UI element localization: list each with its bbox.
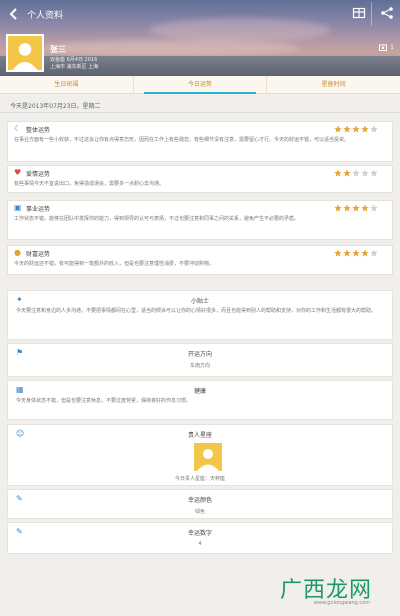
coin-icon: ● bbox=[14, 248, 21, 257]
card-text: 工作状态不错，能够在团队中发挥你的能力，得到领导的认可与表扬，不过也要注意和同事… bbox=[14, 216, 300, 222]
star-ribbon-icon: ✦ bbox=[16, 295, 23, 304]
section-text: 今天身体状态不错，但是也要注意休息，不要过度劳累，保持良好的作息习惯。 bbox=[16, 398, 192, 404]
star-empty-icon bbox=[361, 169, 369, 177]
tab-zodiac-time[interactable]: 星座时间 bbox=[267, 76, 400, 93]
grid-icon[interactable] bbox=[352, 6, 366, 20]
page-title: 个人资料 bbox=[27, 10, 64, 21]
star-filled-icon bbox=[352, 204, 360, 212]
section-title: 健康 bbox=[193, 388, 206, 395]
photo-count[interactable]: 1 bbox=[379, 44, 394, 51]
section-title: 幸运颜色 bbox=[187, 497, 212, 504]
star-empty-icon bbox=[370, 169, 378, 177]
rating-stars bbox=[334, 169, 378, 177]
star-filled-icon bbox=[334, 125, 342, 133]
profile-header: 个人资料 张三 双鱼座 6月4日 2016 上海市 浦东新区 上海 1 bbox=[0, 0, 400, 76]
card-label: 事业运势 bbox=[26, 205, 51, 213]
card-overall-fortune: ☾ 整体运势 在事业方面有一些小收获，不过这会让你有点得意忘形，因而在工作上有些… bbox=[7, 121, 393, 162]
card-wealth-fortune: ● 财富运势 今天的财运还不错，有可能得到一笔额外的收入，但是也要注意理性消费，… bbox=[7, 245, 393, 275]
pen-icon: ✎ bbox=[16, 494, 23, 503]
star-filled-icon bbox=[361, 204, 369, 212]
section-lucky-color: ✎ 幸运颜色 绿色 bbox=[7, 489, 393, 519]
photo-icon bbox=[379, 44, 388, 51]
section-text: 今天要注意和身边的人多沟通，不要把事情都闷在心里，适当的倾诉可以让你的心情好很多… bbox=[16, 308, 377, 314]
tab-birthday[interactable]: 生日祝福 bbox=[0, 76, 134, 93]
section-lucky-number: ✎ 幸运数字 4 bbox=[7, 522, 393, 554]
section-title: 小贴士 bbox=[190, 298, 209, 305]
star-filled-icon bbox=[343, 169, 351, 177]
cloud-decoration bbox=[40, 40, 300, 56]
card-love-fortune: ♥ 爱情运势 有些事情今天不宜说出口，免得造成误会，需要多一点耐心去沟通。 bbox=[7, 165, 393, 193]
rating-stars bbox=[334, 204, 378, 212]
section-title: 贵人星座 bbox=[187, 432, 212, 439]
star-empty-icon bbox=[370, 125, 378, 133]
tab-bar: 生日祝福 今日运势 星座时间 bbox=[0, 76, 400, 94]
card-label: 财富运势 bbox=[26, 250, 51, 258]
pen-icon: ✎ bbox=[16, 527, 23, 536]
section-value: 4 bbox=[198, 541, 202, 547]
star-empty-icon bbox=[370, 249, 378, 257]
back-arrow-icon[interactable] bbox=[7, 7, 21, 21]
star-empty-icon bbox=[370, 204, 378, 212]
share-icon[interactable] bbox=[380, 6, 394, 20]
tab-today-fortune[interactable]: 今日运势 bbox=[134, 76, 268, 94]
calendar-icon: ▦ bbox=[16, 385, 24, 394]
card-text: 在事业方面有一些小收获，不过这会让你有点得意忘形，因而在工作上有些疏忽，有些细节… bbox=[14, 137, 350, 143]
section-noble-zodiac: ☺ 贵人星座 今日贵人星座：天秤座 bbox=[7, 424, 393, 486]
person-icon: ☺ bbox=[16, 429, 25, 438]
star-empty-icon bbox=[352, 169, 360, 177]
star-filled-icon bbox=[343, 249, 351, 257]
star-filled-icon bbox=[352, 125, 360, 133]
date-line: 今天是2013年07月23日，星期二 bbox=[10, 103, 101, 110]
user-detail-2: 上海市 浦东新区 上海 bbox=[50, 64, 99, 70]
star-filled-icon bbox=[343, 125, 351, 133]
avatar[interactable] bbox=[6, 34, 44, 72]
card-career-fortune: ▣ 事业运势 工作状态不错，能够在团队中发挥你的能力，得到领导的认可与表扬，不过… bbox=[7, 200, 393, 240]
user-name: 张三 bbox=[50, 45, 66, 54]
divider bbox=[0, 112, 400, 113]
card-text: 今天的财运还不错，有可能得到一笔额外的收入，但是也要注意理性消费，不要冲动购物。 bbox=[14, 261, 215, 267]
zodiac-caption: 今日贵人星座：天秤座 bbox=[174, 476, 225, 482]
star-filled-icon bbox=[343, 204, 351, 212]
briefcase-icon: ▣ bbox=[14, 203, 22, 212]
section-title: 幸运数字 bbox=[187, 530, 212, 537]
zodiac-avatar[interactable] bbox=[194, 443, 222, 471]
rating-stars bbox=[334, 125, 378, 133]
flag-icon: ⚑ bbox=[16, 348, 24, 357]
star-filled-icon bbox=[334, 169, 342, 177]
section-health: ▦ 健康 今天身体状态不错，但是也要注意休息，不要过度劳累，保持良好的作息习惯。 bbox=[7, 380, 393, 420]
user-detail-1: 双鱼座 6月4日 2016 bbox=[50, 57, 98, 63]
star-filled-icon bbox=[334, 204, 342, 212]
section-tips: ✦ 小贴士 今天要注意和身边的人多沟通，不要把事情都闷在心里，适当的倾诉可以让你… bbox=[7, 290, 393, 340]
star-filled-icon bbox=[361, 125, 369, 133]
section-value: 绿色 bbox=[194, 509, 205, 515]
star-filled-icon bbox=[361, 249, 369, 257]
photo-count-value: 1 bbox=[390, 44, 394, 51]
section-value: 东南方向 bbox=[189, 363, 210, 369]
rating-stars bbox=[334, 249, 378, 257]
watermark-url: www.gxlongwang.com bbox=[313, 600, 370, 606]
star-filled-icon bbox=[352, 249, 360, 257]
top-bar: 个人资料 bbox=[0, 0, 400, 28]
card-text: 有些事情今天不宜说出口，免得造成误会，需要多一点耐心去沟通。 bbox=[14, 181, 165, 187]
moon-icon: ☾ bbox=[14, 124, 22, 133]
heart-icon: ♥ bbox=[14, 168, 22, 177]
star-filled-icon bbox=[334, 249, 342, 257]
card-label: 爱情运势 bbox=[26, 170, 51, 178]
section-title: 开运方向 bbox=[187, 351, 212, 358]
card-label: 整体运势 bbox=[26, 126, 51, 134]
section-lucky-direction: ⚑ 开运方向 东南方向 bbox=[7, 343, 393, 377]
